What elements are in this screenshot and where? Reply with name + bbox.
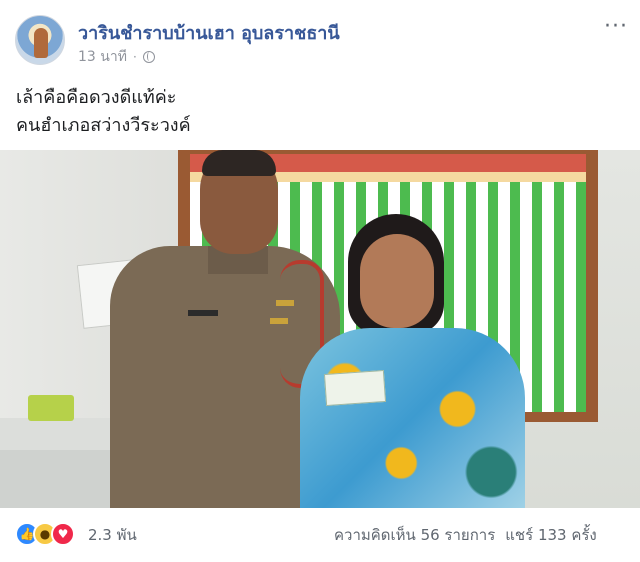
woman-shirt bbox=[300, 328, 525, 508]
globe-icon[interactable] bbox=[142, 51, 155, 63]
avatar-figure bbox=[34, 28, 48, 58]
photo-shelf bbox=[0, 418, 120, 452]
officer-hair bbox=[202, 150, 276, 176]
post-text-line: คนฮำเภอสว่างวีระวงค์ bbox=[16, 115, 191, 136]
post-header: วารินชำราบบ้านเฮา อุบลราชธานี 13 นาที · … bbox=[0, 0, 640, 78]
more-options-icon[interactable]: ··· bbox=[604, 14, 628, 39]
officer-nameplate bbox=[188, 310, 218, 316]
shares-count-link[interactable]: แชร์ 133 ครั้ง bbox=[505, 523, 597, 547]
engagement-counts: ความคิดเห็น 56 รายการ แชร์ 133 ครั้ง bbox=[334, 523, 597, 547]
page-avatar[interactable] bbox=[15, 15, 65, 65]
post-text: เล้าคือคือดวงดีแท้ค่ะ คนฮำเภอสว่างวีระวง… bbox=[16, 84, 191, 140]
reaction-count[interactable]: 2.3 พัน bbox=[88, 523, 137, 547]
reactions-summary[interactable]: 👍 ● ♥ bbox=[15, 522, 75, 546]
officer-insignia bbox=[276, 300, 294, 306]
photo-bin bbox=[28, 395, 74, 421]
post-timestamp[interactable]: 13 นาที bbox=[78, 46, 127, 68]
comments-count-link[interactable]: ความคิดเห็น 56 รายการ bbox=[334, 523, 495, 547]
lottery-ticket bbox=[323, 369, 387, 407]
woman-face bbox=[360, 234, 434, 328]
post-text-line: เล้าคือคือดวงดีแท้ค่ะ bbox=[16, 87, 177, 108]
photo-woman bbox=[300, 210, 525, 508]
post-meta: 13 นาที · bbox=[78, 46, 155, 68]
love-icon[interactable]: ♥ bbox=[51, 522, 75, 546]
meta-separator: · bbox=[132, 50, 137, 64]
post-footer: 👍 ● ♥ 2.3 พัน ความคิดเห็น 56 รายการ แชร์… bbox=[0, 508, 640, 562]
post-photo[interactable] bbox=[0, 150, 640, 508]
page-name-link[interactable]: วารินชำราบบ้านเฮา อุบลราชธานี bbox=[78, 18, 340, 47]
officer-insignia bbox=[270, 318, 288, 324]
